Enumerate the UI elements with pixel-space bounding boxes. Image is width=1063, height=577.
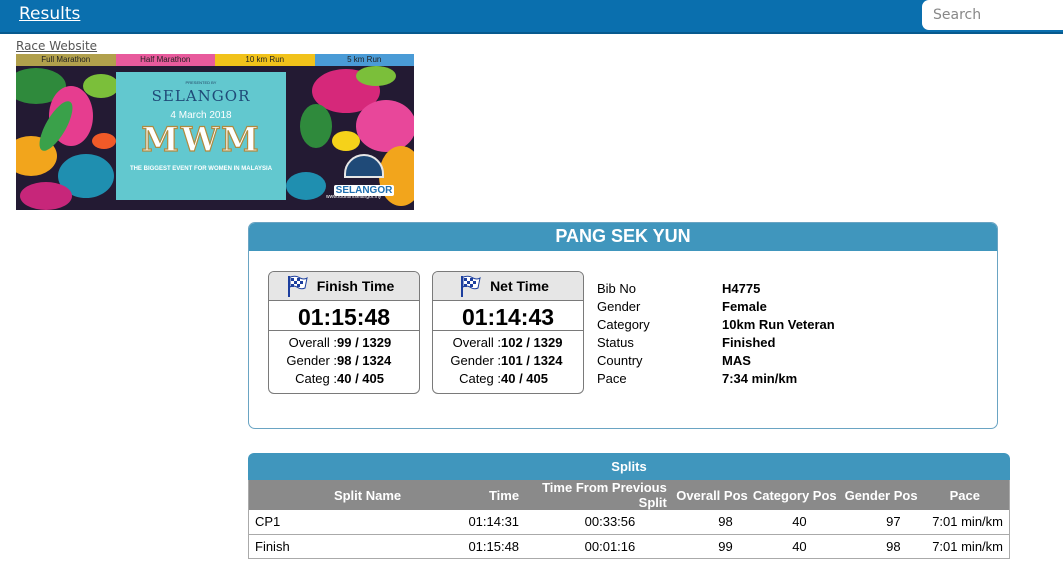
athlete-info-list: Bib No H4775 Gender Female Category 10km Ru… — [597, 280, 835, 388]
race-website-link[interactable]: Race Website — [16, 39, 97, 53]
column-header-gender-pos: Gender Pos — [840, 480, 921, 510]
info-row-pace: Pace 7:34 min/km — [597, 370, 835, 388]
results-link[interactable]: Results — [19, 4, 80, 24]
column-header-category-pos: Category Pos — [750, 480, 841, 510]
finish-overall-value: 99 / 1329 — [337, 335, 392, 350]
net-overall-label: Overall : — [452, 335, 501, 350]
column-header-pace: Pace — [920, 480, 1010, 510]
info-row-bib: Bib No H4775 — [597, 280, 835, 298]
cell-overall-pos: 99 — [670, 534, 751, 559]
cell-gender-pos: 98 — [840, 534, 921, 559]
info-key: Bib No — [597, 281, 637, 296]
net-categ-label: Categ : — [459, 371, 501, 386]
info-value: 7:34 min/km — [722, 371, 798, 386]
checkered-flag-icon — [461, 275, 481, 297]
info-key: Pace — [597, 371, 627, 386]
cell-time: 01:14:31 — [466, 510, 522, 535]
athlete-name: PANG SEK YUN — [249, 223, 997, 251]
cell-pace: 7:01 min/km — [920, 510, 1010, 535]
banner-tagline: THE BIGGEST EVENT FOR WOMEN IN MALAYSIA — [129, 166, 273, 172]
table-row: CP1 01:14:31 00:33:56 98 40 97 7:01 min/… — [248, 510, 1010, 535]
net-categ-value: 40 / 405 — [501, 371, 548, 386]
net-time-header: Net Time — [433, 272, 583, 301]
banner-presented-by: PRESENTED BY — [185, 80, 217, 85]
net-overall-value: 102 / 1329 — [501, 335, 563, 350]
net-time-label: Net Time — [490, 278, 549, 294]
athlete-result-card: PANG SEK YUN Finish Time 01:15:48 Overal… — [248, 222, 998, 429]
banner-tab-10km: 10 km Run — [215, 54, 315, 66]
cell-time-from-previous: 00:33:56 — [521, 510, 671, 535]
banner-website: www.tourismselangor.my — [326, 194, 382, 200]
info-value: MAS — [722, 353, 751, 368]
info-key: Gender — [597, 299, 641, 314]
cell-category-pos: 40 — [750, 534, 841, 559]
cell-split-name: CP1 — [248, 510, 467, 535]
checkered-flag-icon — [287, 275, 308, 297]
selangor-logo: SELANGOR — [328, 154, 400, 196]
info-value: Female — [722, 299, 767, 314]
info-row-status: Status Finished — [597, 334, 835, 352]
info-row-category: Category 10km Run Veteran — [597, 316, 835, 334]
column-header-time: Time — [466, 480, 522, 510]
splits-header-row: Split Name Time Time From Previous Split… — [248, 480, 1010, 510]
finish-gender-label: Gender : — [286, 353, 337, 368]
cell-split-name: Finish — [248, 534, 467, 559]
finish-time-label: Finish Time — [316, 278, 395, 294]
splits-panel: Splits Split Name Time Time From Previou… — [248, 453, 1010, 559]
table-row: Finish 01:15:48 00:01:16 99 40 98 7:01 m… — [248, 534, 1010, 559]
info-key: Category — [597, 317, 650, 332]
banner-event-title: MWM — [141, 120, 261, 160]
banner-title-panel: PRESENTED BY SELANGOR 4 March 2018 MWM T… — [116, 72, 286, 200]
column-header-split-name: Split Name — [248, 480, 467, 510]
banner-race-tabs: Full Marathon Half Marathon 10 km Run 5 … — [16, 54, 414, 66]
banner-brand: SELANGOR — [151, 87, 251, 105]
finish-overall-label: Overall : — [288, 335, 337, 350]
info-value: H4775 — [722, 281, 761, 296]
finish-categ-label: Categ : — [295, 371, 337, 386]
cell-category-pos: 40 — [750, 510, 841, 535]
finish-gender-value: 98 / 1324 — [337, 353, 392, 368]
splits-table: Split Name Time Time From Previous Split… — [248, 480, 1010, 559]
cell-time-from-previous: 00:01:16 — [521, 534, 671, 559]
finish-categ-value: 40 / 405 — [337, 371, 384, 386]
column-header-time-from-previous: Time From Previous Split — [521, 480, 671, 510]
net-gender-label: Gender : — [450, 353, 501, 368]
cell-pace: 7:01 min/km — [920, 534, 1010, 559]
net-time-value: 01:14:43 — [433, 301, 583, 331]
info-row-country: Country MAS — [597, 352, 835, 370]
search-input[interactable] — [922, 0, 1063, 30]
info-row-gender: Gender Female — [597, 298, 835, 316]
info-value: 10km Run Veteran — [722, 317, 835, 332]
finish-time-header: Finish Time — [269, 272, 419, 301]
banner-tab-half-marathon: Half Marathon — [115, 54, 215, 66]
column-header-overall-pos: Overall Pos — [670, 480, 751, 510]
info-key: Country — [597, 353, 643, 368]
finish-time-value: 01:15:48 — [269, 301, 419, 331]
banner-tab-5km: 5 km Run — [314, 54, 414, 66]
splits-title: Splits — [248, 453, 1010, 480]
info-value: Finished — [722, 335, 776, 350]
top-navigation-bar: Results — [0, 0, 1063, 34]
event-banner[interactable]: Full Marathon Half Marathon 10 km Run 5 … — [16, 54, 414, 210]
net-time-box: Net Time 01:14:43 Overall : 102 / 1329 G… — [432, 271, 584, 394]
info-key: Status — [597, 335, 634, 350]
cell-gender-pos: 97 — [840, 510, 921, 535]
cell-time: 01:15:48 — [466, 534, 522, 559]
banner-tab-full-marathon: Full Marathon — [16, 54, 116, 66]
finish-time-box: Finish Time 01:15:48 Overall : 99 / 1329… — [268, 271, 420, 394]
net-gender-value: 101 / 1324 — [501, 353, 563, 368]
cell-overall-pos: 98 — [670, 510, 751, 535]
